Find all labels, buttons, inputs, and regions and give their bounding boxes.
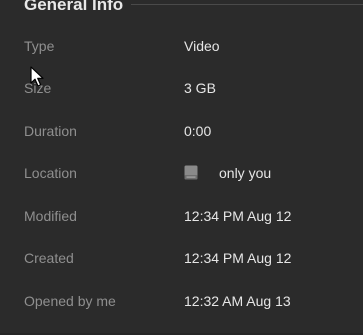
row-label: Type bbox=[24, 38, 55, 54]
info-row-created: Created 12:34 PM Aug 12 bbox=[0, 247, 363, 269]
info-row-duration: Duration 0:00 bbox=[0, 120, 363, 142]
storage-icon bbox=[184, 165, 198, 180]
mouse-pointer-icon bbox=[30, 66, 44, 87]
row-value: 12:34 PM Aug 12 bbox=[184, 250, 292, 266]
info-row-type: Type Video bbox=[0, 35, 363, 57]
row-value: 12:32 AM Aug 13 bbox=[184, 293, 291, 309]
row-value: only you bbox=[219, 165, 272, 181]
row-label: Location bbox=[24, 165, 77, 181]
row-value: 0:00 bbox=[184, 123, 212, 139]
title-divider bbox=[131, 4, 363, 5]
row-label: Created bbox=[24, 250, 74, 266]
info-row-size: Size 3 GB bbox=[0, 77, 363, 99]
row-label: Duration bbox=[24, 123, 77, 139]
info-row-location: Location only you bbox=[0, 162, 363, 184]
row-label: Modified bbox=[24, 208, 77, 224]
section-title: General Info bbox=[24, 0, 124, 14]
row-value: 3 GB bbox=[184, 80, 216, 96]
info-row-opened-by-me: Opened by me 12:32 AM Aug 13 bbox=[0, 290, 363, 312]
info-row-modified: Modified 12:34 PM Aug 12 bbox=[0, 205, 363, 227]
general-info-panel: General Info Type Video Size 3 GB Durati… bbox=[0, 0, 363, 335]
row-value: 12:34 PM Aug 12 bbox=[184, 208, 292, 224]
row-label: Opened by me bbox=[24, 293, 116, 309]
row-value: Video bbox=[184, 38, 220, 54]
